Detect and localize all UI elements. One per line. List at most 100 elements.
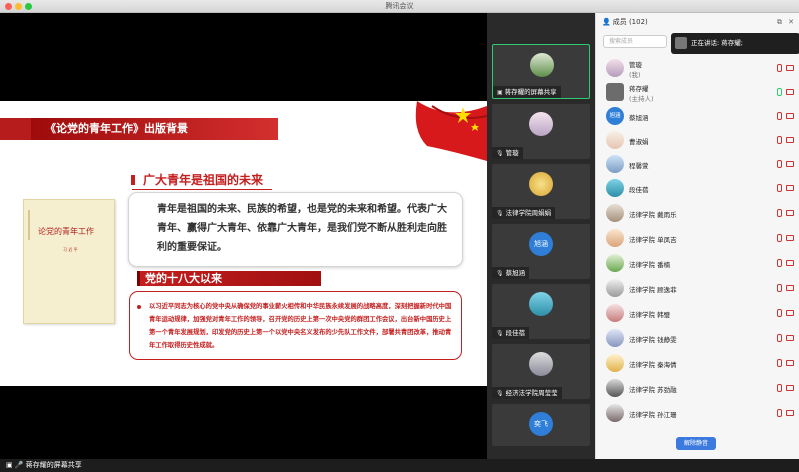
search-members-input[interactable]: 搜索成员 <box>603 35 667 48</box>
list-item[interactable]: 法律学院 苏劲融 <box>596 377 799 401</box>
avatar <box>529 352 553 376</box>
mic-on-icon[interactable] <box>777 88 782 96</box>
camera-off-icon[interactable] <box>786 137 794 143</box>
camera-off-icon[interactable] <box>786 210 794 216</box>
slide-banner: 《论党的青年工作》出版背景 <box>31 118 278 140</box>
share-icon: ▣ 🎤 <box>6 461 26 469</box>
video-tile[interactable]: ▣ 蒋存耀的屏幕共享 <box>492 44 590 99</box>
list-item[interactable]: 段佳蓓 <box>596 177 799 201</box>
video-tile[interactable]: 🎙 管璇 <box>492 104 590 159</box>
list-item[interactable]: 程馨萱 <box>596 153 799 177</box>
list-item[interactable]: 管璇 (我) <box>596 57 799 81</box>
screen-share-icon: ▣ <box>497 89 503 96</box>
list-item[interactable]: 法律学院 韩璧 <box>596 302 799 326</box>
list-item[interactable]: 法律学院 番楠 <box>596 252 799 276</box>
heading-2-marker <box>137 271 140 286</box>
tile-name: 蔡旭涵 <box>505 269 526 277</box>
avatar <box>606 179 624 197</box>
mic-muted-icon[interactable] <box>777 259 782 267</box>
mic-muted-icon[interactable] <box>777 384 782 392</box>
text-box-1: 青年是祖国的未来、民族的希望，也是党的未来和希望。代表广大青年、赢得广大青年、依… <box>128 192 463 267</box>
video-tile[interactable]: 🎙 法律学院周娟娟 <box>492 164 590 219</box>
list-item[interactable]: 旭涵 蔡旭涵 <box>596 105 799 129</box>
mic-muted-icon[interactable] <box>777 64 782 72</box>
camera-off-icon[interactable] <box>786 185 794 191</box>
tile-name: 段佳蓓 <box>505 329 526 337</box>
avatar <box>606 254 624 272</box>
camera-off-icon[interactable] <box>786 410 794 416</box>
speaking-toast: 正在讲话: 蒋存耀; <box>671 33 799 54</box>
avatar: 旭涵 <box>529 232 553 256</box>
book-author: 习 近 平 <box>63 247 78 252</box>
camera-off-icon[interactable] <box>786 161 794 167</box>
avatar <box>606 379 624 397</box>
camera-off-icon[interactable] <box>786 65 794 71</box>
sharer-name: 蒋存耀的屏幕共享 <box>25 461 82 469</box>
mic-muted-icon[interactable] <box>777 409 782 417</box>
list-item[interactable]: 法律学院 钱静雯 <box>596 327 799 351</box>
book-cover: 论党的青年工作 习 近 平 <box>23 199 115 324</box>
mic-muted-icon: 🎙 <box>496 390 504 397</box>
camera-off-icon[interactable] <box>786 360 794 366</box>
list-item[interactable]: 曹淑娟 <box>596 129 799 153</box>
camera-off-icon[interactable] <box>786 260 794 266</box>
book-title: 论党的青年工作 <box>38 227 94 236</box>
video-thumbnail-strip[interactable]: ▣ 蒋存耀的屏幕共享 🎙 管璇 🎙 法律学院周娟娟 旭涵 🎙 蔡旭涵 🎙 段佳蓓 🎙 经济法… <box>487 13 595 459</box>
window-title: 腾讯会议 <box>385 2 414 10</box>
list-item[interactable]: 法律学院 孙江珊 <box>596 402 799 426</box>
camera-off-icon[interactable] <box>786 235 794 241</box>
camera-off-icon[interactable] <box>786 335 794 341</box>
list-item[interactable]: 蒋存耀 (主持人) <box>596 81 799 105</box>
camera-off-icon[interactable] <box>786 385 794 391</box>
avatar <box>606 404 624 422</box>
video-tile[interactable]: 旭涵 🎙 蔡旭涵 <box>492 224 590 279</box>
camera-off-icon[interactable] <box>786 113 794 119</box>
tile-name: 经济法学院周莹莹 <box>505 389 558 397</box>
list-item[interactable]: 法律学院 戴雨乐 <box>596 202 799 226</box>
mic-muted-icon[interactable] <box>777 160 782 168</box>
screen-share-area: 《论党的青年工作》出版背景 论党的青年工作 习 近 平 广大青年是祖国的未来 青… <box>0 13 487 469</box>
members-panel: 👤 成员 (102) ⧉ ✕ 搜索成员 正在讲话: 蒋存耀; 管璇 (我) 蒋存耀(… <box>595 13 799 459</box>
mic-muted-icon[interactable] <box>777 284 782 292</box>
bullet-icon <box>137 305 141 309</box>
camera-off-icon[interactable] <box>786 285 794 291</box>
camera-off-icon[interactable] <box>786 310 794 316</box>
slide-heading-2: 党的十八大以来 <box>137 271 321 286</box>
close-icon[interactable]: ✕ <box>788 13 794 31</box>
mic-muted-icon[interactable] <box>777 136 782 144</box>
mic-muted-icon[interactable] <box>777 209 782 217</box>
mic-muted-icon[interactable] <box>777 359 782 367</box>
avatar <box>530 53 554 77</box>
mic-muted-icon[interactable] <box>777 234 782 242</box>
list-item[interactable]: 法律学院 单凤吉 <box>596 227 799 251</box>
heading-marker <box>131 175 135 185</box>
members-header: 👤 成员 (102) ⧉ ✕ <box>596 13 799 31</box>
list-item[interactable]: 法律学院 秦海倩 <box>596 352 799 376</box>
mic-muted-icon[interactable] <box>777 334 782 342</box>
avatar <box>606 83 624 101</box>
video-tile[interactable]: 🎙 段佳蓓 <box>492 284 590 339</box>
avatar <box>675 37 687 49</box>
avatar <box>606 155 624 173</box>
tile-name: 蒋存耀的屏幕共享 <box>504 88 557 96</box>
avatar: 奕飞 <box>529 412 553 436</box>
avatar <box>606 204 624 222</box>
video-tile[interactable]: 🎙 经济法学院周莹莹 <box>492 344 590 399</box>
avatar <box>529 292 553 316</box>
mic-muted-icon[interactable] <box>777 184 782 192</box>
tile-name: 法律学院周娟娟 <box>505 209 552 217</box>
mic-muted-icon[interactable] <box>777 309 782 317</box>
unmute-button[interactable]: 解除静音 <box>676 437 716 450</box>
avatar <box>606 279 624 297</box>
avatar <box>606 229 624 247</box>
text-box-2: 以习近平同志为核心的党中央从确保党的事业薪火相传和中华民族永续发展的战略高度，深… <box>129 291 462 360</box>
list-item[interactable]: 法律学院 顾逸菲 <box>596 277 799 301</box>
video-tile[interactable]: 奕飞 <box>492 404 590 446</box>
mic-muted-icon: 🎙 <box>496 270 504 277</box>
avatar <box>606 354 624 372</box>
share-label: ▣ 🎤 蒋存耀的屏幕共享 <box>0 459 120 472</box>
camera-off-icon[interactable] <box>786 89 794 95</box>
avatar <box>606 304 624 322</box>
popout-icon[interactable]: ⧉ <box>777 13 782 31</box>
mic-muted-icon[interactable] <box>777 112 782 120</box>
